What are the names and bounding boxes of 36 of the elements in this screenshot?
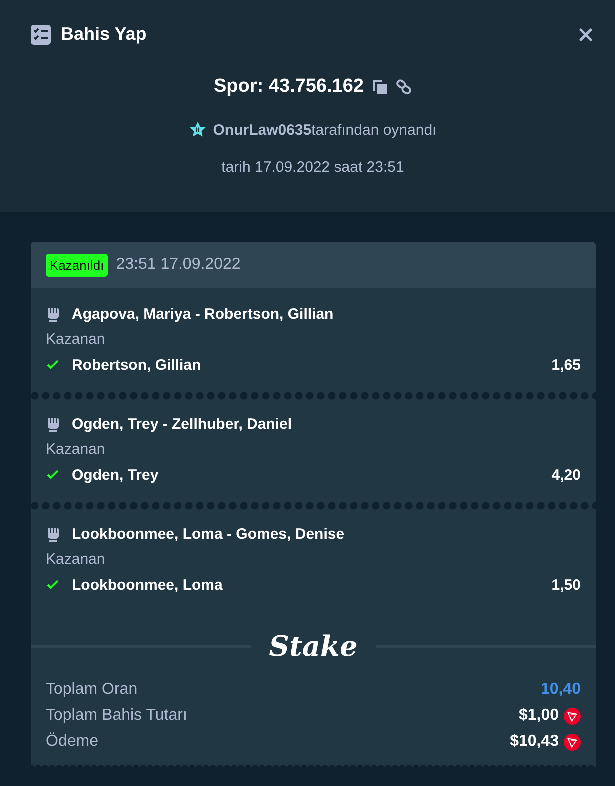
coin-icon — [564, 708, 581, 724]
summary-label: Toplam Bahis Tutarı — [46, 707, 188, 725]
bet-date: tarih 17.09.2022 saat 23:51 — [222, 159, 404, 176]
summary-value: 10,40 — [540, 681, 581, 699]
selection-name: Robertson, Gillian — [72, 356, 202, 374]
selection-name: Lookboonmee, Loma — [72, 576, 224, 594]
summary-value: $10,43 — [510, 733, 559, 751]
summary-label: Toplam Oran — [46, 681, 139, 699]
odds-value: 1,65 — [552, 356, 581, 374]
coin-icon — [564, 734, 581, 750]
market-name: Kazanan — [46, 440, 106, 460]
close-icon[interactable] — [579, 28, 593, 42]
username-link[interactable]: OnurLaw0635 — [213, 122, 312, 138]
bet-id: Spor: 43.756.162 — [214, 76, 364, 98]
dialog-title: Bahis Yap — [61, 24, 148, 45]
odds-value: 4,20 — [552, 466, 581, 484]
fist-icon — [46, 526, 60, 542]
market-name: Kazanan — [46, 550, 106, 570]
event-name: Lookboonmee, Loma - Gomes, Denise — [72, 526, 345, 542]
logo-text: Stake — [269, 630, 358, 663]
checklist-icon — [31, 24, 51, 44]
selection-name: Ogden, Trey — [72, 466, 160, 484]
summary-value: $1,00 — [518, 707, 559, 725]
slip-time: 23:51 17.09.2022 — [116, 256, 241, 274]
status-badge: Kazanıldı — [46, 254, 108, 276]
market-name: Kazanan — [46, 330, 106, 350]
copy-icon[interactable] — [372, 79, 388, 95]
event-name: Agapova, Mariya - Robertson, Gillian — [72, 306, 334, 322]
event-name: Ogden, Trey - Zellhuber, Daniel — [72, 416, 292, 432]
fist-icon — [46, 306, 60, 322]
star-icon — [189, 121, 208, 139]
fist-icon — [46, 416, 60, 432]
summary-label: Ödeme — [46, 733, 100, 751]
odds-value: 1,50 — [552, 576, 581, 594]
played-by-text: tarafından oynandı — [312, 122, 437, 138]
link-icon[interactable] — [396, 79, 412, 95]
